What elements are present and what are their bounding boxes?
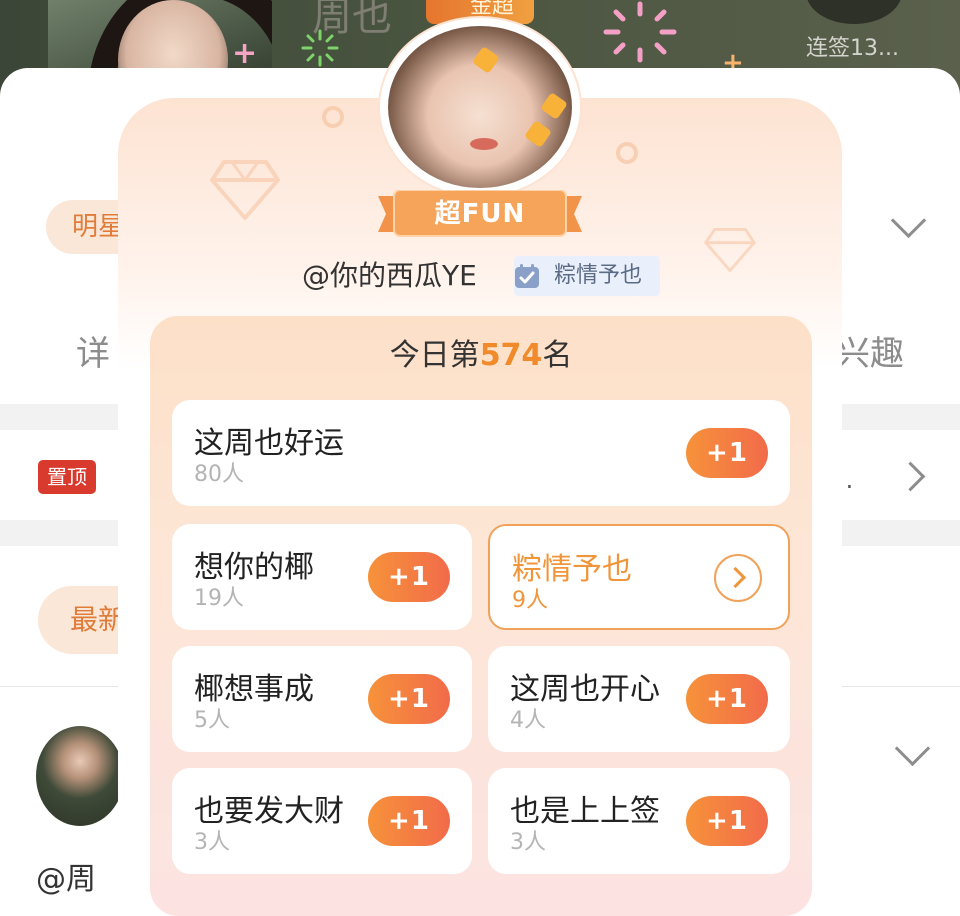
option-card[interactable]: 也要发大财 3人 +1 (172, 768, 472, 874)
plus-one-button[interactable]: +1 (686, 796, 768, 846)
avatar-lips (470, 138, 498, 150)
username[interactable]: @你的西瓜YE (302, 256, 477, 296)
option-count: 9人 (512, 588, 548, 613)
pinned-badge: 置顶 (38, 460, 96, 494)
sparkle-icon (301, 29, 339, 67)
option-card[interactable]: 也是上上签 3人 +1 (488, 768, 790, 874)
detail-tab[interactable]: 详 (76, 326, 110, 375)
option-card[interactable]: 这周也开心 4人 +1 (488, 646, 790, 752)
post-mention: @周 (36, 862, 96, 897)
user-avatar[interactable] (388, 26, 572, 188)
ring-decoration (322, 106, 344, 128)
option-card-selected[interactable]: 粽情予也 9人 (488, 524, 790, 630)
plus-one-button[interactable]: +1 (686, 674, 768, 724)
option-count: 80人 (194, 462, 244, 487)
flower-decoration (540, 92, 568, 120)
signin-streak-label: 连签13... (806, 36, 899, 61)
flower-decoration (524, 120, 552, 148)
rank-number: 574 (479, 338, 543, 373)
plus-one-button[interactable]: +1 (368, 796, 450, 846)
interest-tab[interactable]: 兴趣 (836, 326, 904, 375)
diamond-icon (210, 160, 280, 220)
option-count: 4人 (510, 708, 546, 733)
plus-one-button[interactable]: +1 (368, 552, 450, 602)
plus-one-button[interactable]: +1 (368, 674, 450, 724)
option-card[interactable]: 这周也好运 80人 +1 (172, 400, 790, 506)
option-count: 5人 (194, 708, 230, 733)
chevron-right-icon[interactable] (714, 554, 762, 602)
rank-suffix: 名 (542, 338, 573, 373)
verified-icon (515, 264, 539, 288)
diamond-icon (704, 228, 756, 272)
option-count: 19人 (194, 586, 244, 611)
post-avatar[interactable] (36, 726, 124, 826)
option-count: 3人 (510, 830, 546, 855)
option-card[interactable]: 椰想事成 5人 +1 (172, 646, 472, 752)
option-card[interactable]: 想你的椰 19人 +1 (172, 524, 472, 630)
rank-prefix: 今日第 (389, 338, 480, 373)
plus-one-button[interactable]: +1 (686, 428, 768, 478)
option-count: 3人 (194, 830, 230, 855)
ring-decoration (616, 142, 638, 164)
rank-title: 今日第574名 (150, 334, 812, 378)
ribbon-label: 超FUN (434, 199, 526, 229)
plus-sparkle-icon: + (232, 36, 258, 71)
flower-decoration (472, 46, 500, 74)
sparkle-icon (603, 1, 677, 63)
